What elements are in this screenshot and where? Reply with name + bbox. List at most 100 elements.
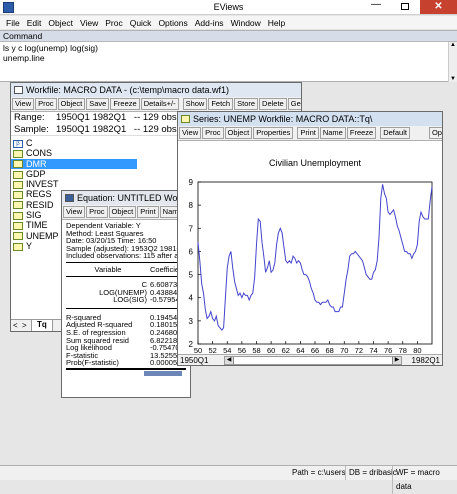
x-tick-label: 78: [399, 346, 407, 354]
y-tick-label: 2: [189, 340, 194, 349]
coef-header-row: Variable Coefficien: [66, 263, 190, 276]
y-tick-label: 7: [189, 224, 194, 233]
menu-help[interactable]: Help: [268, 18, 285, 28]
y-tick-label: 8: [189, 201, 194, 210]
menu-options[interactable]: Options: [158, 18, 187, 28]
toolbar-button-properties[interactable]: Properties: [253, 127, 294, 139]
series-window-icon: [181, 115, 190, 123]
command-line[interactable]: ls y c log(unemp) log(sig): [0, 43, 457, 53]
maximize-button[interactable]: [391, 0, 419, 13]
toolbar-button-view[interactable]: View: [12, 98, 35, 110]
workfile-object-name: CONS: [26, 148, 53, 159]
workfile-object-name: UNEMP: [26, 230, 59, 241]
equation-row-name: Prob(F-statistic): [66, 358, 119, 368]
toolbar-button-print[interactable]: Print: [137, 206, 159, 218]
menu-edit[interactable]: Edit: [27, 18, 42, 28]
toolbar-button-genr[interactable]: Genr: [287, 98, 301, 110]
toolbar-button-print[interactable]: Print: [297, 127, 319, 139]
toolbar-button-proc[interactable]: Proc: [202, 127, 224, 139]
series-icon: [13, 222, 23, 230]
x-tick-label: 66: [311, 346, 319, 354]
x-tick-label: 56: [238, 346, 246, 354]
menu-proc[interactable]: Proc: [105, 18, 122, 28]
app-title-bar: EViews — ✕: [0, 0, 457, 15]
range-value[interactable]: 1950Q1 1982Q1: [56, 112, 126, 123]
status-path: Path = c:\users: [292, 468, 346, 477]
series-icon: [13, 232, 23, 241]
series-line-unemp: [197, 184, 433, 331]
minimize-button[interactable]: —: [362, 0, 390, 13]
command-line[interactable]: unemp.line: [0, 53, 457, 63]
toolbar-button-fetch[interactable]: Fetch: [208, 98, 234, 110]
workfile-object-item[interactable]: DMR: [11, 158, 137, 169]
toolbar-button-view[interactable]: View: [63, 206, 86, 218]
equation-row-value: 0.00005: [150, 358, 178, 368]
equation-row-value: -0.57954: [150, 295, 180, 305]
x-tick-label: 70: [340, 346, 348, 354]
menu-view[interactable]: View: [80, 18, 98, 28]
workfile-object-name: DMR: [26, 158, 47, 169]
x-tick-label: 72: [355, 346, 363, 354]
toolbar-button-proc[interactable]: Proc: [35, 98, 57, 110]
toolbar-button-freeze[interactable]: Freeze: [346, 127, 377, 139]
menu-object[interactable]: Object: [48, 18, 73, 28]
series-window[interactable]: Series: UNEMP Workfile: MACRO DATA::Tq\ …: [177, 111, 443, 366]
equation-output: Dependent Variable: Y Method: Least Squar…: [62, 220, 190, 376]
toolbar-button-details[interactable]: Details+/-: [140, 98, 179, 110]
series-title-bar[interactable]: Series: UNEMP Workfile: MACRO DATA::Tq\: [178, 112, 442, 126]
toolbar-button-show[interactable]: Show: [182, 98, 208, 110]
y-tick-label: 6: [189, 247, 194, 256]
tab-next-icon[interactable]: >: [22, 321, 27, 330]
range-label: Range:: [14, 112, 45, 123]
toolbar-button-proc[interactable]: Proc: [86, 206, 108, 218]
toolbar-button-name[interactable]: Name: [319, 127, 346, 139]
menu-quick[interactable]: Quick: [130, 18, 152, 28]
x-tick-label: 64: [296, 346, 304, 354]
toolbar-button-save[interactable]: Save: [86, 98, 110, 110]
workfile-object-name: REGS: [26, 189, 52, 200]
scroll-track[interactable]: ◀ ▶: [224, 356, 402, 365]
series-icon: [13, 149, 23, 158]
menu-addins[interactable]: Add-ins: [195, 18, 224, 28]
toolbar-button-store[interactable]: Store: [234, 98, 259, 110]
sample-value[interactable]: 1950Q1 1982Q1: [56, 124, 126, 135]
plot-frame: [197, 181, 433, 345]
scroll-end-label: 1982Q1: [411, 356, 440, 365]
x-tick-label: 62: [282, 346, 290, 354]
y-tick-label: 5: [189, 271, 194, 280]
status-bar: Path = c:\users DB = dribasic WF = macro…: [0, 465, 457, 494]
series-icon: [13, 211, 23, 220]
series-icon: [13, 242, 23, 251]
toolbar-button-options[interactable]: Options: [428, 127, 442, 139]
equation-window[interactable]: Equation: UNTITLED Workfi View Proc Object…: [61, 190, 191, 398]
series-icon: [13, 180, 23, 189]
chart-area: Civilian Unemployment 2 3 4 5 6 7 8 9 50 52 54 56 58 6…: [178, 142, 442, 355]
toolbar-button-object[interactable]: Object: [57, 98, 86, 110]
divider: [66, 367, 186, 370]
close-button[interactable]: ✕: [420, 0, 457, 14]
workfile-object-name: RESID: [26, 199, 54, 210]
toolbar-button-freeze[interactable]: Freeze: [110, 98, 140, 110]
command-scrollbar[interactable]: ▲ ▼: [448, 42, 457, 82]
toolbar-button-default[interactable]: Default: [380, 127, 410, 139]
divider: [66, 304, 186, 309]
equation-icon: [65, 194, 74, 202]
scroll-right-handle[interactable]: ▶: [392, 357, 401, 364]
workfile-object-name: INVEST: [26, 179, 59, 190]
toolbar-button-delete[interactable]: Delete: [259, 98, 287, 110]
equation-title: Equation: UNTITLED Workfi: [77, 193, 190, 203]
x-tick-label: 54: [223, 346, 231, 354]
toolbar-button-object[interactable]: Object: [224, 127, 253, 139]
toolbar-button-object[interactable]: Object: [108, 206, 137, 218]
workfile-title: Workfile: MACRO DATA - (c:\temp\macro da…: [26, 85, 230, 95]
scroll-left-handle[interactable]: ◀: [225, 357, 234, 364]
toolbar-button-view[interactable]: View: [179, 127, 202, 139]
equation-title-bar[interactable]: Equation: UNTITLED Workfi: [62, 191, 190, 205]
tab-prev-icon[interactable]: <: [13, 321, 18, 330]
tab-tq[interactable]: Tq: [31, 320, 53, 331]
menu-window[interactable]: Window: [231, 18, 261, 28]
workfile-object-name: Y: [26, 240, 33, 251]
menu-file[interactable]: File: [6, 18, 20, 28]
workfile-title-bar[interactable]: Workfile: MACRO DATA - (c:\temp\macro da…: [11, 83, 301, 97]
workfile-object-name: SIG: [26, 210, 42, 221]
